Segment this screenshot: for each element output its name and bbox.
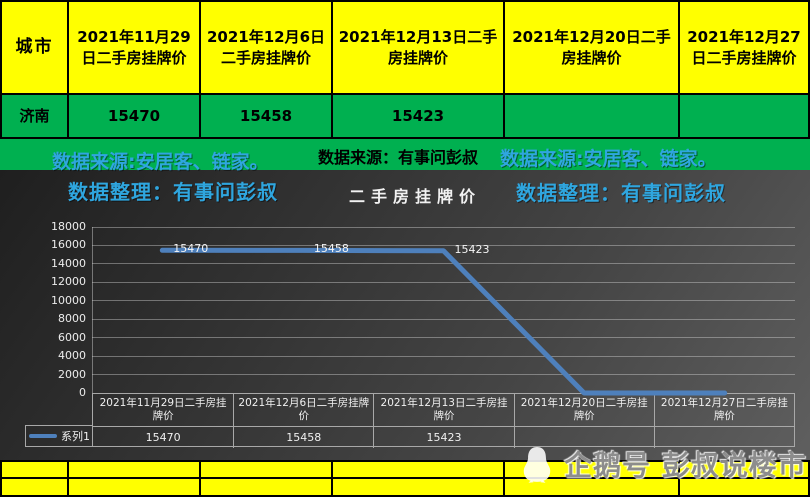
gridline — [92, 356, 795, 357]
y-tick-label: 14000 — [16, 257, 86, 270]
price-cell-2: 15458 — [201, 95, 331, 137]
empty-cell — [2, 462, 67, 477]
y-tick-label: 0 — [16, 386, 86, 399]
col-header-date-3: 2021年12月13日二手房挂牌价 — [333, 2, 503, 93]
price-cell-1: 15470 — [69, 95, 199, 137]
col-header-date-5: 2021年12月27日二手房挂牌价 — [680, 2, 808, 93]
gridline — [92, 282, 795, 283]
price-cell-5 — [680, 95, 808, 137]
chart-cat-2: 2021年12月6日二手房挂牌价 — [233, 394, 373, 426]
watermark-text: 企鹅号 彭叔说楼市 — [564, 444, 807, 484]
chart-cat-1: 2021年11月29日二手房挂牌价 — [93, 394, 233, 426]
gridline — [92, 300, 795, 301]
y-tick-label: 16000 — [16, 238, 86, 251]
chart-legend: 系列1 — [25, 425, 92, 447]
gridline — [92, 374, 795, 375]
data-source-left-note: 数据来源:安居客、链家。 — [52, 147, 269, 174]
series-line-swatch — [29, 434, 57, 438]
chart-val-2: 15458 — [233, 426, 373, 448]
data-point-label: 15458 — [314, 242, 349, 255]
y-tick-label: 4000 — [16, 349, 86, 362]
empty-cell — [333, 462, 503, 477]
gridline — [92, 319, 795, 320]
data-source-right-note: 数据来源:安居客、链家。 — [500, 144, 717, 171]
screenshot-root: 城市 2021年11月29日二手房挂牌价 2021年12月6日二手房挂牌价 20… — [0, 0, 810, 497]
col-header-date-1: 2021年11月29日二手房挂牌价 — [69, 2, 199, 93]
data-curation-right-note: 数据整理：有事问彭叔 — [516, 177, 726, 206]
y-tick-label: 10000 — [16, 294, 86, 307]
price-table: 城市 2021年11月29日二手房挂牌价 2021年12月6日二手房挂牌价 20… — [0, 0, 810, 139]
chart-title: 二手房挂牌价 — [300, 183, 530, 207]
series-legend-label: 系列1 — [61, 428, 90, 444]
data-source-center-note: 数据来源：有事问彭叔 — [318, 144, 478, 168]
chart-cat-5: 2021年12月27日二手房挂牌价 — [654, 394, 794, 426]
price-cell-3: 15423 — [333, 95, 503, 137]
col-header-city: 城市 — [2, 2, 67, 93]
y-tick-label: 6000 — [16, 331, 86, 344]
data-curation-left-note: 数据整理：有事问彭叔 — [68, 176, 278, 205]
gridline — [92, 263, 795, 264]
chart-cat-3: 2021年12月13日二手房挂牌价 — [373, 394, 513, 426]
col-header-date-4: 2021年12月20日二手房挂牌价 — [505, 2, 678, 93]
empty-cell — [69, 462, 199, 477]
watermark: 企鹅号 彭叔说楼市 — [520, 444, 807, 484]
empty-cell — [201, 462, 331, 477]
y-tick-label: 18000 — [16, 220, 86, 233]
empty-cell — [69, 479, 199, 495]
empty-cell — [201, 479, 331, 495]
y-axis-line — [92, 227, 93, 393]
chart-data-table: 2021年11月29日二手房挂牌价 2021年12月6日二手房挂牌价 2021年… — [92, 393, 795, 447]
col-header-date-2: 2021年12月6日二手房挂牌价 — [201, 2, 331, 93]
y-tick-label: 2000 — [16, 368, 86, 381]
y-tick-label: 12000 — [16, 275, 86, 288]
chart-val-3: 15423 — [373, 426, 513, 448]
gridline — [92, 227, 795, 228]
chart-val-1: 15470 — [93, 426, 233, 448]
empty-cell — [2, 479, 67, 495]
price-cell-4 — [505, 95, 678, 137]
y-tick-label: 8000 — [16, 312, 86, 325]
empty-cell — [333, 479, 503, 495]
data-point-label: 15470 — [173, 242, 208, 255]
data-point-label: 15423 — [455, 243, 490, 256]
city-name-cell: 济南 — [2, 95, 67, 137]
penguin-icon — [520, 445, 554, 483]
line-chart: 二手房挂牌价 0 2000 4000 6000 8000 10000 12000 14000 1… — [0, 170, 810, 460]
chart-cat-4: 2021年12月20日二手房挂牌价 — [514, 394, 654, 426]
gridline — [92, 337, 795, 338]
